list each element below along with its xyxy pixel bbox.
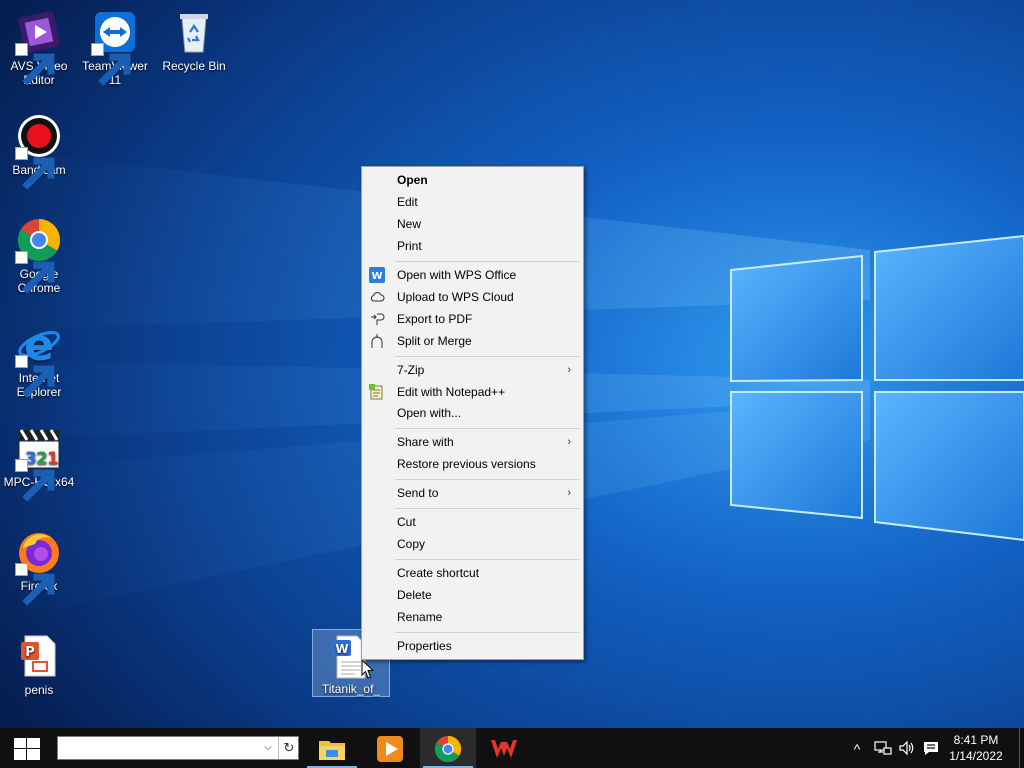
menu-item-edit-with-notepad-plus[interactable]: Edit with Notepad++	[364, 381, 581, 403]
start-button[interactable]	[0, 728, 54, 768]
menu-separator	[395, 261, 579, 262]
chrome-icon	[434, 735, 462, 763]
menu-item-7-zip[interactable]: 7-Zip ›	[364, 359, 581, 381]
menu-item-delete[interactable]: Delete	[364, 584, 581, 606]
desktop-icon-google-chrome[interactable]: Google Chrome	[0, 216, 78, 295]
tray-overflow-chevron-icon[interactable]: ^	[848, 739, 866, 757]
mpc-hc-icon: 321	[15, 424, 63, 502]
show-desktop-button[interactable]	[1019, 728, 1024, 768]
submenu-chevron-icon: ›	[567, 364, 571, 376]
menu-item-share-with[interactable]: Share with ›	[364, 431, 581, 453]
search-input[interactable]	[60, 739, 260, 759]
menu-separator	[395, 632, 579, 633]
menu-separator	[395, 559, 579, 560]
desktop-icon-firefox[interactable]: Firefox	[0, 528, 78, 606]
wps-office-icon	[491, 740, 517, 758]
menu-item-create-shortcut[interactable]: Create shortcut	[364, 562, 581, 584]
wps-office-icon: W	[369, 267, 385, 283]
menu-separator	[395, 428, 579, 429]
menu-item-upload-to-wps-cloud[interactable]: Upload to WPS Cloud	[364, 286, 581, 308]
desktop-icon-penis[interactable]: P penis	[0, 632, 78, 697]
refresh-icon[interactable]: ↻	[278, 737, 299, 759]
windows-logo-icon	[14, 738, 40, 760]
mouse-cursor-icon	[361, 659, 374, 679]
chrome-icon	[15, 216, 63, 294]
submenu-chevron-icon: ›	[567, 487, 571, 499]
desktop-icon-recycle-bin[interactable]: Recycle Bin	[155, 8, 233, 73]
menu-separator	[395, 356, 579, 357]
taskbar-wps-office[interactable]	[476, 728, 532, 768]
menu-separator	[395, 508, 579, 509]
svg-text:W: W	[371, 271, 382, 282]
network-icon[interactable]	[874, 739, 892, 757]
menu-item-edit[interactable]: Edit	[364, 191, 581, 213]
menu-item-new[interactable]: New	[364, 213, 581, 235]
media-player-icon	[377, 736, 403, 762]
clock-date: 1/14/2022	[949, 749, 1003, 763]
internet-explorer-icon: e	[15, 320, 63, 398]
recycle-bin-icon	[170, 8, 218, 56]
bandicam-record-icon	[15, 112, 63, 190]
menu-item-rename[interactable]: Rename	[364, 606, 581, 628]
taskbar-chrome[interactable]	[420, 728, 476, 768]
export-pdf-icon	[369, 311, 385, 327]
menu-item-properties[interactable]: Properties	[364, 635, 581, 657]
dropdown-chevron-icon[interactable]: ⌵	[259, 737, 277, 759]
film-reel-icon	[15, 8, 63, 86]
context-menu: Open Edit New Print W Open with WPS Offi…	[361, 166, 584, 660]
desktop-icon-internet-explorer[interactable]: e Internet Explorer	[0, 320, 78, 399]
menu-item-open[interactable]: Open	[364, 169, 581, 191]
desktop-icon-mpc-hc[interactable]: 321 MPC-HC x64	[0, 424, 78, 502]
taskbar-media-player[interactable]	[362, 728, 418, 768]
system-clock[interactable]: 8:41 PM 1/14/2022	[944, 732, 1008, 764]
clock-time: 8:41 PM	[953, 733, 999, 747]
notifications-icon[interactable]	[922, 739, 940, 757]
teamviewer-icon	[91, 8, 139, 86]
desktop-icon-avs-video-editor[interactable]: AVS Video Editor	[0, 8, 78, 87]
desktop-icon-teamviewer[interactable]: TeamViewer 11	[76, 8, 154, 87]
svg-text:P: P	[25, 645, 35, 660]
svg-text:W: W	[335, 642, 348, 656]
menu-item-print[interactable]: Print	[364, 235, 581, 257]
menu-item-split-or-merge[interactable]: Split or Merge	[364, 330, 581, 352]
cloud-icon	[369, 289, 385, 305]
split-merge-icon	[369, 333, 385, 349]
desktop-icon-bandicam[interactable]: Bandicam	[0, 112, 78, 190]
file-explorer-icon	[319, 741, 345, 760]
firefox-icon	[15, 528, 63, 606]
menu-item-restore-previous-versions[interactable]: Restore previous versions	[364, 453, 581, 475]
volume-icon[interactable]	[898, 739, 916, 757]
search-box[interactable]: ⌵ ↻	[57, 736, 299, 760]
menu-item-cut[interactable]: Cut	[364, 511, 581, 533]
menu-separator	[395, 479, 579, 480]
menu-item-open-with-wps-office[interactable]: W Open with WPS Office	[364, 264, 581, 286]
selected-file-label: Titanik_of_	[321, 682, 381, 696]
notepad-plus-icon	[369, 384, 385, 400]
taskbar-file-explorer[interactable]	[304, 728, 360, 768]
menu-item-copy[interactable]: Copy	[364, 533, 581, 555]
menu-item-send-to[interactable]: Send to ›	[364, 482, 581, 504]
taskbar: ⌵ ↻ ^ 8:41 PM 1/14/2022	[0, 728, 1024, 768]
submenu-chevron-icon: ›	[567, 436, 571, 448]
menu-item-export-to-pdf[interactable]: Export to PDF	[364, 308, 581, 330]
wps-presentation-icon: P	[15, 632, 63, 680]
menu-item-open-with[interactable]: Open with...	[364, 402, 581, 424]
